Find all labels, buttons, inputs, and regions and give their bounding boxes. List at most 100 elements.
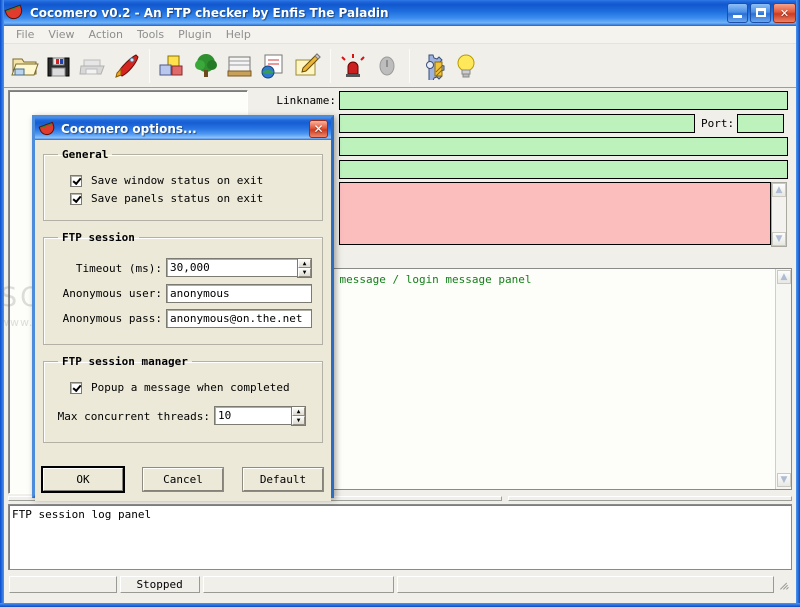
- timeout-input[interactable]: 30,000: [166, 258, 297, 277]
- maximize-button[interactable]: [750, 3, 771, 23]
- toolbar-separator: [149, 48, 150, 83]
- pass-input[interactable]: [339, 159, 788, 179]
- port-input[interactable]: [737, 113, 784, 133]
- rocket-icon: [115, 53, 139, 78]
- open-folder-icon: [11, 58, 39, 75]
- toolbar-alarm-button[interactable]: [336, 48, 370, 84]
- checkbox-row-save-panels[interactable]: Save panels status on exit: [70, 192, 312, 205]
- dialog-title: Cocomero options...: [61, 122, 197, 136]
- toolbar-separator: [330, 48, 331, 83]
- port-label: Port:: [701, 116, 735, 130]
- group-ftp-session-legend: FTP session: [62, 231, 135, 244]
- cancel-button[interactable]: Cancel: [142, 467, 224, 492]
- toolbar-open-button[interactable]: [8, 48, 42, 84]
- message-panel-scrollbar[interactable]: ▲ ▼: [775, 269, 791, 489]
- minimize-button[interactable]: [727, 3, 748, 23]
- toolbar-save-button[interactable]: [42, 48, 76, 84]
- globe-report-icon: [261, 54, 283, 78]
- anon-pass-input[interactable]: anonymous@on.the.net: [166, 309, 312, 328]
- blocks-icon: [159, 55, 183, 75]
- toolbar-group-view: [155, 48, 325, 84]
- checkbox-row-save-window[interactable]: Save window status on exit: [70, 174, 312, 187]
- toolbar-run-button[interactable]: [110, 48, 144, 84]
- notes-scrollbar[interactable]: ▲ ▼: [771, 182, 787, 247]
- status-cell-4: [397, 575, 775, 593]
- window-titlebar[interactable]: Cocomero v0.2 - An FTP checker by Enfis …: [0, 0, 800, 26]
- save-panels-status-label: Save panels status on exit: [91, 192, 264, 205]
- window-frame-right: [796, 0, 800, 607]
- user-input[interactable]: [339, 136, 788, 156]
- toolbar: [4, 44, 796, 88]
- close-button[interactable]: ✕: [773, 3, 796, 23]
- default-button[interactable]: Default: [242, 467, 324, 492]
- popup-message-checkbox[interactable]: [70, 381, 82, 394]
- timeout-spinner[interactable]: 30,000 ▲ ▼: [166, 258, 312, 278]
- host-port-row: Port:: [255, 113, 792, 133]
- anon-user-input[interactable]: anonymous: [166, 284, 312, 303]
- anon-pass-row: Anonymous pass: anonymous@on.the.net: [54, 309, 312, 328]
- menubar: File View Action Tools Plugin Help: [4, 26, 796, 44]
- anon-user-label: Anonymous user:: [62, 287, 162, 300]
- toolbar-settings-button[interactable]: [415, 48, 449, 84]
- menu-item-file[interactable]: File: [9, 27, 41, 42]
- timeout-spin-buttons[interactable]: ▲ ▼: [297, 258, 312, 278]
- gear-settings-icon: [426, 54, 445, 80]
- dialog-body: General Save window status on exit Save …: [35, 140, 331, 501]
- save-panels-status-checkbox[interactable]: [70, 192, 82, 205]
- dialog-close-button[interactable]: ✕: [309, 120, 328, 138]
- status-cell-3: [202, 575, 395, 593]
- ok-button[interactable]: OK: [41, 466, 125, 493]
- ftp-log-panel[interactable]: FTP session log panel: [8, 504, 792, 570]
- floppy-save-icon: [47, 57, 70, 76]
- toolbar-index-button[interactable]: [223, 48, 257, 84]
- toolbar-report-button[interactable]: [257, 48, 291, 84]
- group-ftp-session-manager: FTP session manager Popup a message when…: [43, 355, 323, 443]
- dialog-titlebar[interactable]: Cocomero options... ✕: [35, 118, 331, 140]
- application-window: Cocomero v0.2 - An FTP checker by Enfis …: [0, 0, 800, 607]
- linkname-input[interactable]: [339, 90, 788, 110]
- menu-item-tools[interactable]: Tools: [130, 27, 171, 42]
- toolbar-blocks-button[interactable]: [155, 48, 189, 84]
- group-ftp-session: FTP session Timeout (ms): 30,000 ▲ ▼ Ano…: [43, 231, 323, 345]
- spin-down-icon[interactable]: ▼: [298, 268, 311, 277]
- max-threads-input[interactable]: 10: [214, 406, 291, 425]
- watermelon-icon: [4, 4, 25, 22]
- host-input[interactable]: [339, 113, 695, 133]
- max-threads-spinner[interactable]: 10 ▲ ▼: [214, 406, 306, 426]
- spin-down-icon[interactable]: ▼: [292, 416, 305, 425]
- options-dialog: Cocomero options... ✕ General Save windo…: [32, 115, 334, 501]
- save-window-status-label: Save window status on exit: [91, 174, 264, 187]
- toolbar-tree-button[interactable]: [189, 48, 223, 84]
- window-controls: ✕: [727, 3, 796, 23]
- notes-input[interactable]: [339, 182, 771, 245]
- menu-item-plugin[interactable]: Plugin: [171, 27, 219, 42]
- toolbar-edit-button[interactable]: [291, 48, 325, 84]
- toolbar-tips-button[interactable]: [449, 48, 483, 84]
- scroll-up-icon[interactable]: ▲: [777, 270, 791, 284]
- toolbar-print-button[interactable]: [76, 48, 110, 84]
- toolbar-stop-button[interactable]: [370, 48, 404, 84]
- ftp-message-panel[interactable]: FTP welcome message / login message pane…: [255, 268, 792, 490]
- scroll-up-icon[interactable]: ▲: [772, 183, 786, 197]
- checkbox-row-popup[interactable]: Popup a message when completed: [70, 381, 312, 394]
- menu-item-view[interactable]: View: [41, 27, 81, 42]
- alarm-bell-icon: [341, 53, 365, 77]
- anon-pass-label: Anonymous pass:: [62, 312, 162, 325]
- max-threads-spin-buttons[interactable]: ▲ ▼: [291, 406, 306, 426]
- scroll-down-icon[interactable]: ▼: [772, 232, 786, 246]
- menu-item-action[interactable]: Action: [82, 27, 130, 42]
- pass-row: [255, 159, 792, 179]
- spin-up-icon[interactable]: ▲: [298, 259, 311, 268]
- status-cell-state: Stopped: [119, 575, 200, 593]
- menu-item-help[interactable]: Help: [219, 27, 258, 42]
- save-window-status-checkbox[interactable]: [70, 174, 82, 187]
- scroll-down-icon[interactable]: ▼: [777, 473, 791, 487]
- group-general-legend: General: [62, 148, 109, 161]
- spin-up-icon[interactable]: ▲: [292, 407, 305, 416]
- linkname-row: Linkname:: [255, 90, 792, 110]
- notes-area: ▲ ▼: [255, 182, 792, 247]
- timeout-row: Timeout (ms): 30,000 ▲ ▼: [54, 258, 312, 278]
- card-index-icon: [227, 56, 252, 76]
- resize-grip-icon[interactable]: [777, 577, 791, 591]
- toolbar-group-control: [336, 48, 404, 84]
